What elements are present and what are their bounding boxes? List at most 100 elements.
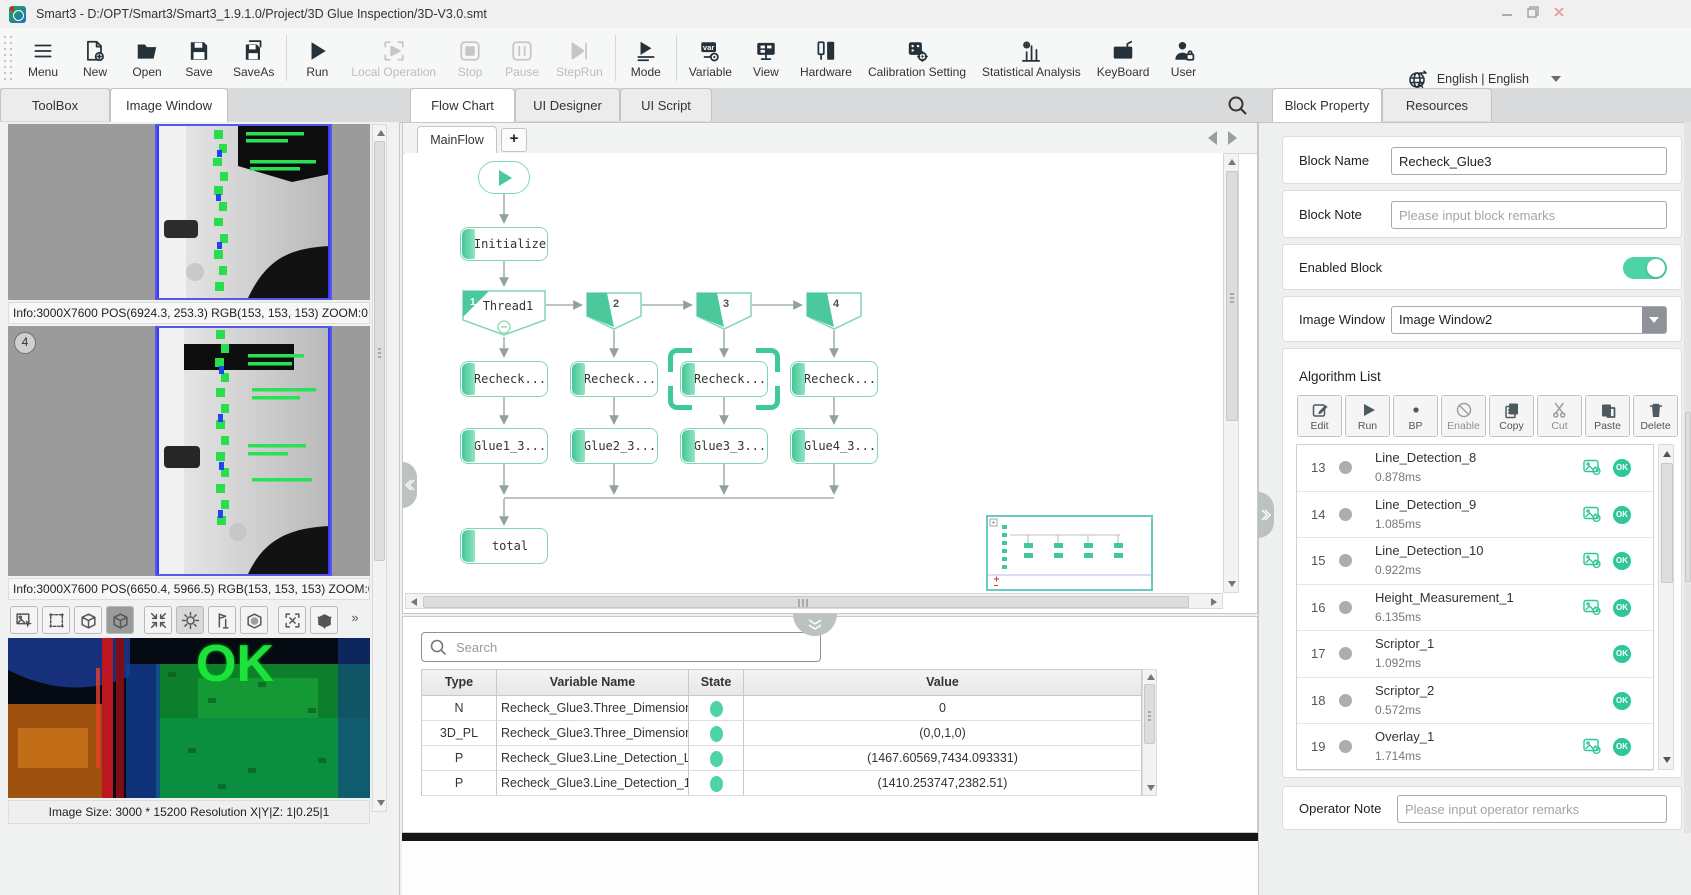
algorithm-item[interactable]: 19 Overlay_11.714ms OK [1297, 724, 1653, 771]
add-flow-tab-button[interactable]: + [501, 128, 527, 152]
tab-image-window[interactable]: Image Window [110, 88, 228, 122]
user-button[interactable]: User [1157, 28, 1209, 88]
breakpoint-dot[interactable] [1339, 508, 1352, 521]
flow-node-recheck-2[interactable]: Recheck... [570, 361, 658, 397]
brightness-tool[interactable] [176, 606, 204, 634]
run-button[interactable]: Run [291, 28, 343, 88]
select-image-tool[interactable] [10, 606, 38, 634]
tab-resources[interactable]: Resources [1382, 88, 1492, 121]
algorithm-list-scrollbar[interactable] [1658, 444, 1674, 770]
block-name-input[interactable] [1391, 147, 1667, 175]
minimize-button[interactable] [1500, 5, 1514, 19]
algorithm-item[interactable]: 17 Scriptor_11.092ms OK [1297, 631, 1653, 678]
breakpoint-dot[interactable] [1339, 554, 1352, 567]
algo-edit-button[interactable]: Edit [1297, 395, 1342, 437]
scroll-up-arrow[interactable] [1147, 674, 1155, 680]
flow-node-initialize[interactable]: Initialize [460, 227, 548, 261]
algorithm-item[interactable]: 15 Line_Detection_100.922ms OK [1297, 538, 1653, 585]
steprun-button[interactable]: StepRun [548, 28, 611, 88]
algorithm-item[interactable]: 13 Line_Detection_80.878ms OK [1297, 445, 1653, 492]
tab-block-property[interactable]: Block Property [1272, 88, 1382, 122]
statistical-analysis-button[interactable]: Statistical Analysis [974, 28, 1089, 88]
hardware-button[interactable]: Hardware [792, 28, 860, 88]
scrollbar-thumb[interactable] [1661, 463, 1673, 583]
scroll-down-arrow[interactable] [1147, 785, 1155, 791]
algo-run-button[interactable]: Run [1345, 395, 1390, 437]
language-selector[interactable]: A English | English [1407, 68, 1561, 90]
flow-tab-prev-arrow[interactable] [1208, 131, 1217, 145]
calibration-setting-button[interactable]: Calibration Setting [860, 28, 974, 88]
col-header-variable-name[interactable]: Variable Name [497, 670, 689, 696]
measure-tool[interactable] [208, 606, 236, 634]
enabled-block-toggle[interactable] [1623, 257, 1667, 279]
close-button[interactable] [1552, 5, 1566, 19]
save-button[interactable]: Save [173, 28, 225, 88]
right-panel-scrollbar[interactable] [1684, 122, 1691, 833]
breakpoint-dot[interactable] [1339, 740, 1352, 753]
keyboard-button[interactable]: KeyBoard [1089, 28, 1158, 88]
tab-mainflow[interactable]: MainFlow [417, 126, 497, 154]
scrollbar-thumb[interactable] [1144, 684, 1155, 744]
scrollbar-thumb[interactable] [423, 596, 1189, 608]
flow-node-glue1[interactable]: Glue1_3... [460, 428, 548, 464]
image-preview-3[interactable]: OK [8, 638, 370, 798]
result-image-icon[interactable] [1583, 552, 1602, 569]
saveas-button[interactable]: SaveAs [225, 28, 282, 88]
search-zoom-icon[interactable] [1226, 94, 1250, 118]
flow-node-thread2[interactable]: 2 [586, 292, 642, 332]
stop-button[interactable]: Stop [444, 28, 496, 88]
left-panel-scrollbar[interactable] [372, 124, 387, 812]
breakpoint-dot[interactable] [1339, 647, 1352, 660]
breakpoint-dot[interactable] [1339, 461, 1352, 474]
scroll-left-arrow[interactable] [411, 598, 417, 606]
variable-button[interactable]: varVariable [681, 28, 740, 88]
col-header-type[interactable]: Type [422, 670, 497, 696]
flow-node-glue3[interactable]: Glue3_3... [680, 428, 768, 464]
result-image-icon[interactable] [1583, 506, 1602, 523]
algo-cut-button[interactable]: Cut [1537, 395, 1582, 437]
cube-3d-tool[interactable] [310, 606, 338, 634]
table-row[interactable]: 3D_PLRecheck_Glue3.Three_Dimension_I...(… [422, 721, 1142, 746]
table-scrollbar[interactable] [1142, 669, 1157, 796]
flow-node-thread4[interactable]: 4 [806, 292, 862, 332]
flow-node-recheck-3-selected[interactable]: Recheck... [680, 361, 768, 397]
canvas-vscrollbar[interactable] [1223, 153, 1239, 593]
tab-ui-script[interactable]: UI Script [620, 88, 712, 121]
algo-copy-button[interactable]: Copy [1489, 395, 1534, 437]
operator-note-input[interactable] [1397, 795, 1667, 823]
scroll-down-arrow[interactable] [1663, 757, 1671, 763]
flow-node-recheck-4[interactable]: Recheck... [790, 361, 878, 397]
scrollbar-thumb[interactable] [1685, 412, 1691, 582]
select-dropdown-button[interactable] [1642, 307, 1666, 333]
render-sphere-tool[interactable] [240, 606, 268, 634]
col-header-state[interactable]: State [689, 670, 744, 696]
result-image-icon[interactable] [1583, 459, 1602, 476]
breakpoint-dot[interactable] [1339, 601, 1352, 614]
col-header-value[interactable]: Value [744, 670, 1142, 696]
wireframe-cube-tool[interactable] [74, 606, 102, 634]
viewer-tools-overflow[interactable]: » [346, 610, 364, 630]
solid-cube-tool[interactable] [106, 606, 134, 634]
flow-canvas[interactable]: Initialize 1 Thread1 2 3 [405, 153, 1223, 593]
table-row[interactable]: NRecheck_Glue3.Three_Dimension_I...0 [422, 696, 1142, 721]
tab-toolbox[interactable]: ToolBox [0, 88, 110, 121]
flow-tab-next-arrow[interactable] [1228, 131, 1237, 145]
scroll-right-arrow[interactable] [1211, 598, 1217, 606]
roi-grid-tool[interactable] [42, 606, 70, 634]
algorithm-item[interactable]: 14 Line_Detection_91.085ms OK [1297, 492, 1653, 539]
open-button[interactable]: Open [121, 28, 173, 88]
result-image-icon[interactable] [1583, 599, 1602, 616]
view-button[interactable]: View [740, 28, 792, 88]
flow-minimap[interactable] [986, 515, 1153, 591]
new-button[interactable]: New [69, 28, 121, 88]
variable-search-box[interactable] [421, 632, 821, 662]
menu-button[interactable]: Menu [17, 28, 69, 88]
block-note-input[interactable] [1391, 201, 1667, 229]
flow-node-glue2[interactable]: Glue2_3... [570, 428, 658, 464]
scroll-up-arrow[interactable] [377, 130, 385, 136]
variable-search-input[interactable] [454, 639, 820, 656]
tab-ui-designer[interactable]: UI Designer [515, 88, 620, 121]
scroll-down-arrow[interactable] [1228, 581, 1236, 587]
algorithm-item[interactable]: 16 Height_Measurement_16.135ms OK [1297, 585, 1653, 632]
tab-flow-chart[interactable]: Flow Chart [410, 88, 515, 122]
